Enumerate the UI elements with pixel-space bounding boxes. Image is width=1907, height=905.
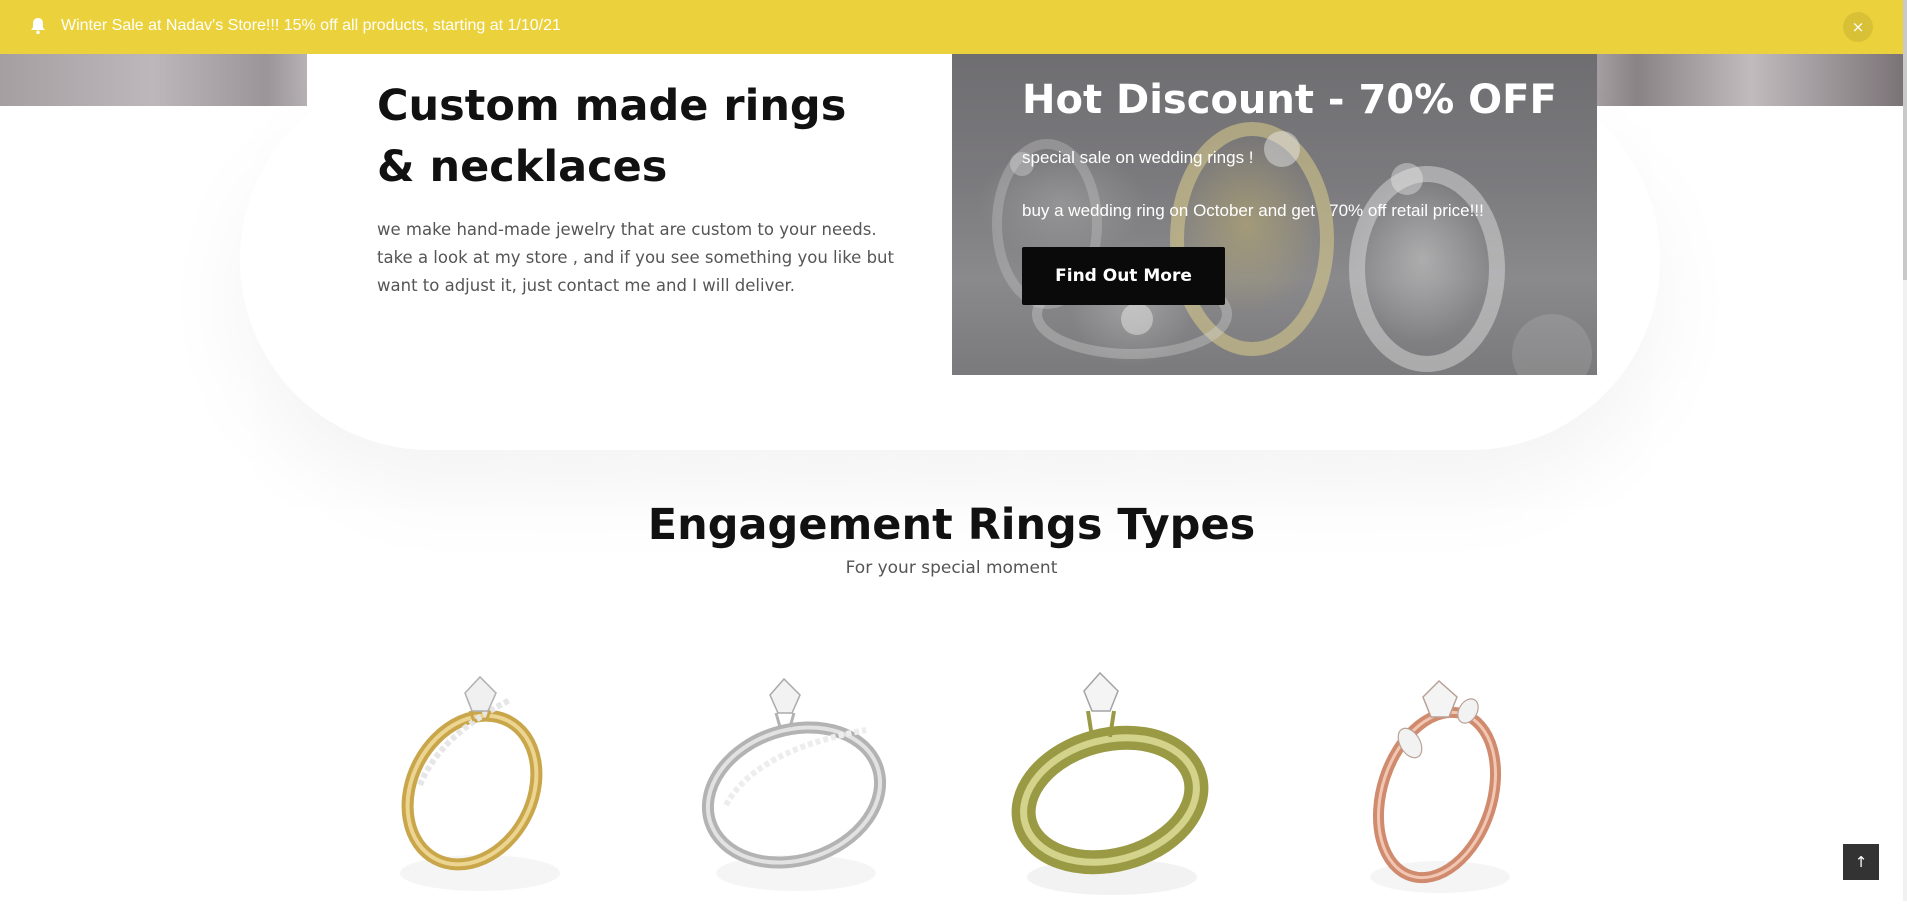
promo-title: Hot Discount - 70% OFF	[1022, 77, 1557, 123]
section-subtitle: For your special moment	[845, 558, 1058, 578]
intro-title: Custom made rings & necklaces	[377, 81, 847, 192]
promo-banner: Hot Discount - 70% OFF special sale on w…	[952, 54, 1597, 375]
promo-line-2: buy a wedding ring on October and get 70…	[1022, 201, 1484, 220]
arrow-up-icon: ↑	[1854, 853, 1868, 871]
close-announcement-button[interactable]: ×	[1843, 12, 1873, 42]
ring-product-green-gold[interactable]	[992, 655, 1232, 901]
back-to-top-button[interactable]: ↑	[1843, 844, 1879, 880]
intro-card: Custom made rings & necklaces we make ha…	[307, 54, 952, 375]
bell-icon	[31, 18, 45, 35]
scrollbar-thumb[interactable]	[1903, 0, 1907, 280]
intro-description: we make hand-made jewelry that are custo…	[377, 220, 894, 295]
ring-product-white-gold[interactable]	[666, 655, 906, 901]
section-title: Engagement Rings Types	[647, 500, 1256, 550]
page-scrollbar[interactable]	[1903, 0, 1907, 901]
yellow-gold-pave-ring-image	[400, 675, 560, 891]
ring-product-yellow-gold[interactable]	[360, 655, 600, 901]
rose-gold-three-stone-ring-image	[1370, 679, 1510, 893]
close-icon: ×	[1851, 18, 1865, 36]
green-gold-solitaire-ring-image	[1011, 671, 1209, 895]
ring-product-rose-gold[interactable]	[1325, 655, 1565, 901]
find-out-more-button[interactable]: Find Out More	[1022, 247, 1225, 305]
promo-line-1: special sale on wedding rings !	[1022, 148, 1254, 167]
announcement-bar: Winter Sale at Nadav's Store!!! 15% off …	[0, 0, 1903, 54]
white-gold-pave-ring-image	[701, 677, 887, 891]
announcement-text: Winter Sale at Nadav's Store!!! 15% off …	[61, 17, 561, 34]
